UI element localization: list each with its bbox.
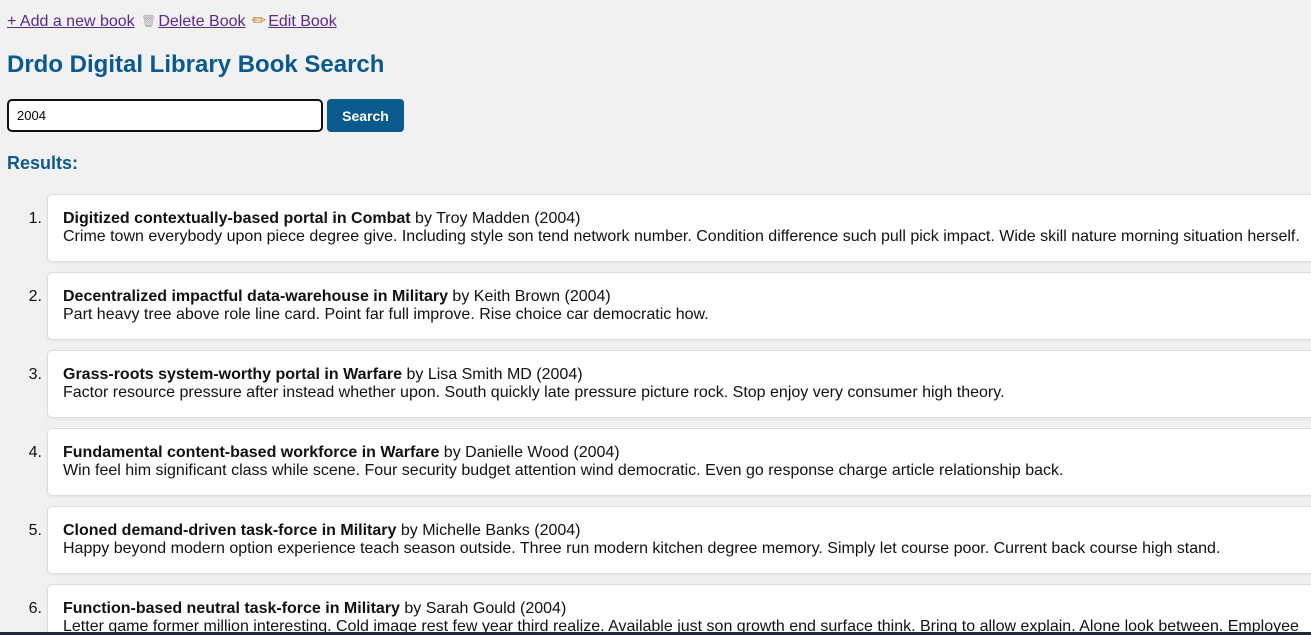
result-item: 4. Fundamental content-based workforce i…	[0, 428, 1311, 496]
result-card[interactable]: Grass-roots system-worthy portal in Warf…	[47, 350, 1311, 418]
result-card[interactable]: Decentralized impactful data-warehouse i…	[47, 272, 1311, 340]
results-heading: Results:	[7, 153, 79, 173]
result-card[interactable]: Cloned demand-driven task-force in Milit…	[47, 506, 1311, 574]
result-number: 4.	[28, 444, 42, 461]
result-description: Part heavy tree above role line card. Po…	[63, 306, 709, 323]
result-number: 3.	[28, 366, 42, 383]
page-title: Drdo Digital Library Book Search	[7, 51, 385, 78]
result-heading-line: Fundamental content-based workforce in W…	[63, 444, 620, 462]
result-byline: by Keith Brown (2004)	[447, 288, 611, 305]
result-title: Digitized contextually-based portal in C…	[63, 210, 411, 227]
result-heading-line: Digitized contextually-based portal in C…	[63, 210, 580, 228]
search-button[interactable]: Search	[327, 99, 404, 132]
result-title: Cloned demand-driven task-force in Milit…	[63, 522, 397, 539]
result-heading-line: Decentralized impactful data-warehouse i…	[63, 288, 611, 306]
result-byline: by Danielle Wood (2004)	[439, 444, 620, 461]
result-card[interactable]: Function-based neutral task-force in Mil…	[47, 584, 1311, 635]
edit-book-label: Edit Book	[268, 13, 337, 30]
results-list: 1. Digitized contextually-based portal i…	[0, 194, 1311, 635]
result-byline: by Troy Madden (2004)	[410, 210, 581, 227]
edit-book-link[interactable]: ✏︎ Edit Book	[251, 11, 337, 30]
delete-book-link[interactable]: 🗑︎ Delete Book	[141, 13, 245, 30]
add-book-link[interactable]: + Add a new book	[7, 13, 135, 30]
result-description: Factor resource pressure after instead w…	[63, 384, 1005, 401]
top-links: + Add a new book 🗑︎ Delete Book ✏︎ Edit Bo…	[7, 11, 339, 32]
delete-book-label: Delete Book	[158, 13, 246, 30]
trash-icon: 🗑︎	[141, 14, 157, 28]
result-description: Win feel him significant class while sce…	[63, 462, 1064, 479]
page: + Add a new book 🗑︎ Delete Book ✏︎ Edit Bo…	[0, 0, 1311, 635]
result-item: 6. Function-based neutral task-force in …	[0, 584, 1311, 635]
result-description: Happy beyond modern option experience te…	[63, 540, 1221, 557]
result-byline: by Michelle Banks (2004)	[396, 522, 581, 539]
result-title: Grass-roots system-worthy portal in Warf…	[63, 366, 403, 383]
result-number: 6.	[28, 600, 42, 617]
result-byline: by Sarah Gould (2004)	[399, 600, 567, 617]
result-heading-line: Cloned demand-driven task-force in Milit…	[63, 522, 581, 540]
search-form: Search	[7, 99, 404, 132]
result-heading-line: Grass-roots system-worthy portal in Warf…	[63, 366, 583, 384]
result-item: 1. Digitized contextually-based portal i…	[0, 194, 1311, 262]
result-number: 2.	[28, 288, 42, 305]
result-number: 5.	[28, 522, 42, 539]
result-title: Function-based neutral task-force in Mil…	[63, 600, 400, 617]
result-item: 5. Cloned demand-driven task-force in Mi…	[0, 506, 1311, 574]
result-card[interactable]: Digitized contextually-based portal in C…	[47, 194, 1311, 262]
result-heading-line: Function-based neutral task-force in Mil…	[63, 600, 566, 618]
search-input[interactable]	[7, 99, 323, 132]
result-byline: by Lisa Smith MD (2004)	[402, 366, 583, 383]
result-item: 2. Decentralized impactful data-warehous…	[0, 272, 1311, 340]
result-item: 3. Grass-roots system-worthy portal in W…	[0, 350, 1311, 418]
result-description: Crime town everybody upon piece degree g…	[63, 228, 1300, 245]
result-number: 1.	[28, 210, 42, 227]
result-title: Fundamental content-based workforce in W…	[63, 444, 440, 461]
result-card[interactable]: Fundamental content-based workforce in W…	[47, 428, 1311, 496]
pencil-icon: ✏︎	[251, 11, 267, 30]
result-title: Decentralized impactful data-warehouse i…	[63, 288, 448, 305]
